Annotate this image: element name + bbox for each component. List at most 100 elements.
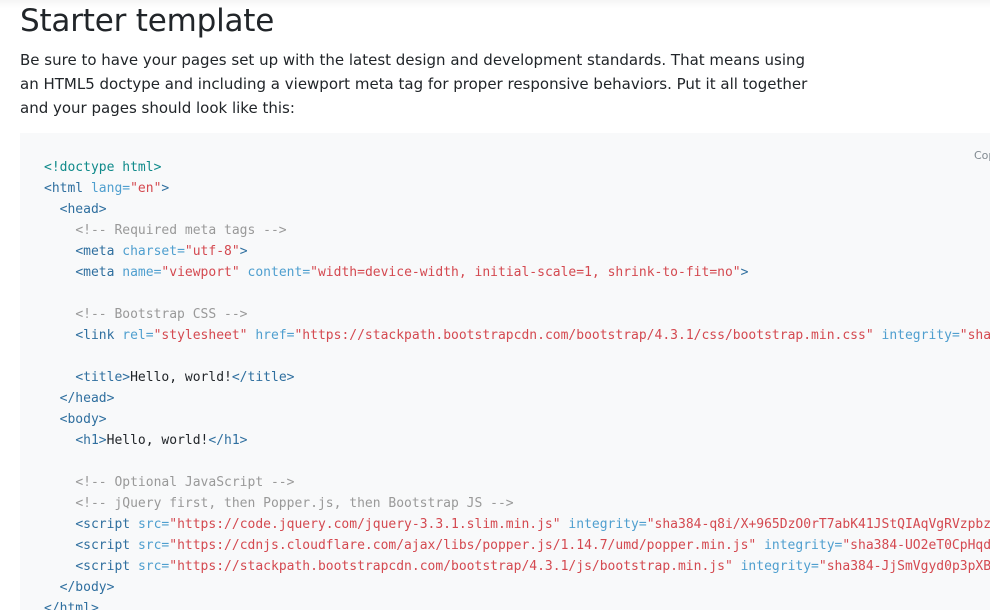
code-line: <head> [44, 199, 990, 220]
code-token-attr: charset= [122, 244, 185, 259]
code-token-text: Hello, world! [130, 370, 232, 385]
code-token-tag: <script [75, 538, 131, 553]
code-token-val: "utf-8" [184, 244, 240, 259]
code-token-attr: integrity= [740, 559, 819, 574]
code-line: <script src="https://cdnjs.cloudflare.co… [44, 535, 990, 556]
code-token-comment: <!-- jQuery first, then Popper.js, then … [75, 496, 514, 511]
code-token-comment: <!-- Bootstrap CSS --> [75, 307, 248, 322]
code-token-attr: name= [122, 265, 162, 280]
code-token-attr: src= [137, 538, 170, 553]
code-token-text: Hello, world! [106, 433, 209, 448]
code-token-tag: <meta [75, 244, 115, 259]
code-line: </html> [44, 598, 990, 610]
code-token-tag: > [161, 181, 170, 196]
code-token-tag: </html> [44, 601, 99, 610]
code-token-attr: src= [137, 517, 170, 532]
code-token-attr: href= [255, 328, 295, 343]
code-token-tag: </title> [231, 370, 295, 385]
code-token-val: "https://stackpath.bootstrapcdn.com/boot… [294, 328, 874, 343]
code-token-tag: <html [44, 181, 84, 196]
code-token-attr: integrity= [764, 538, 843, 553]
code-token-attr: integrity= [881, 328, 960, 343]
code-token-val: "https://cdnjs.cloudflare.com/ajax/libs/… [169, 538, 757, 553]
code-line: <!doctype html> [44, 157, 990, 178]
code-line: </head> [44, 388, 990, 409]
code-token-tag: <h1> [75, 433, 107, 448]
code-token-val: "stylesheet" [153, 328, 248, 343]
code-token-attr: rel= [122, 328, 154, 343]
code-token-comment: <!-- Required meta tags --> [75, 223, 287, 238]
code-token-tag: > [740, 265, 749, 280]
code-token-val: "en" [130, 181, 162, 196]
code-token-tag: <title> [75, 370, 131, 385]
page-title: Starter template [20, 3, 275, 39]
main-content: Starter template Be sure to have your pa… [20, 0, 990, 610]
code-token-val: "viewport" [161, 265, 240, 280]
code-token-doctype: <!doctype html> [44, 160, 162, 175]
code-token-val: "sha384-q8i/X+965DzO0rT7abK41JStQIAqVgRV… [646, 517, 990, 532]
code-line: <script src="https://stackpath.bootstrap… [44, 556, 990, 577]
code-line: <meta charset="utf-8"> [44, 241, 990, 262]
code-token-val: "sha384-JjSmVgyd0p3pXB1rRibZUAYoIIy6OrQ6… [818, 559, 990, 574]
code-token-attr: src= [137, 559, 170, 574]
code-token-val: "https://stackpath.bootstrapcdn.com/boot… [169, 559, 733, 574]
code-line: <h1>Hello, world!</h1> [44, 430, 990, 451]
code-example-panel: Copy <!doctype html><html lang="en"> <he… [20, 133, 990, 610]
code-line: <!-- Required meta tags --> [44, 220, 990, 241]
code-token-tag: > [239, 244, 248, 259]
code-line: <meta name="viewport" content="width=dev… [44, 262, 990, 283]
code-block: <!doctype html> <html lang="en"> <head> <… [44, 157, 990, 610]
code-token-tag: </head> [59, 391, 115, 406]
code-line: <title>Hello, world!</title> [44, 367, 990, 388]
code-token-attr: integrity= [568, 517, 647, 532]
code-token-tag: <link [75, 328, 115, 343]
code-token-comment: <!-- Optional JavaScript --> [75, 475, 295, 490]
code-token-tag: </h1> [208, 433, 248, 448]
code-token-tag: <script [75, 517, 131, 532]
code-line: <!-- jQuery first, then Popper.js, then … [44, 493, 990, 514]
code-line: <html lang="en"> [44, 178, 990, 199]
code-token-val: "width=device-width, initial-scale=1, sh… [310, 265, 741, 280]
code-line: <script src="https://code.jquery.com/jqu… [44, 514, 990, 535]
code-token-tag: <meta [75, 265, 115, 280]
code-line: <body> [44, 409, 990, 430]
code-token-val: "https://code.jquery.com/jquery-3.3.1.sl… [169, 517, 561, 532]
code-token-tag: <body> [59, 412, 107, 427]
code-line: <!-- Bootstrap CSS --> [44, 304, 990, 325]
code-token-tag: <head> [59, 202, 107, 217]
code-token-tag: <script [75, 559, 131, 574]
code-token-val: "sha384-ggOyR0iXCbMQv3Xipma34MD+dH/1fQ78… [959, 328, 990, 343]
code-token-val: "sha384-UO2eT0CpHqdSJQ6hJty5KVphtPhzWj9W… [842, 538, 990, 553]
code-token-attr: lang= [90, 181, 131, 196]
code-token-tag: </body> [59, 580, 115, 595]
code-line: </body> [44, 577, 990, 598]
code-line: <!-- Optional JavaScript --> [44, 472, 990, 493]
